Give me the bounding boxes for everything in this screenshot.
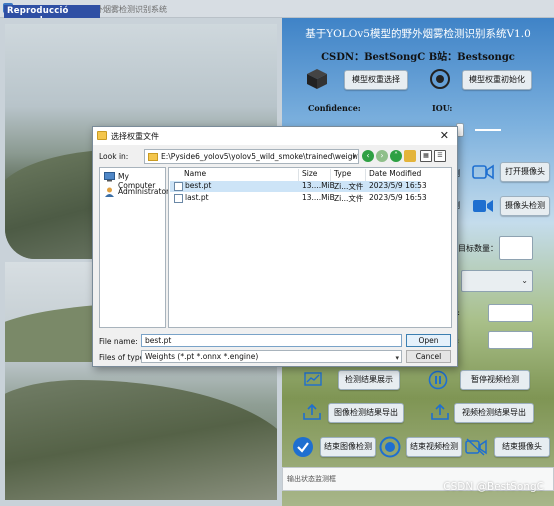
file-row[interactable]: last.pt 13....MiB Zi...文件 2023/5/9 16:53: [170, 193, 427, 204]
landscape-image: [5, 380, 277, 500]
chevron-down-icon: ⌄: [521, 276, 528, 285]
dialog-title: 选择权重文件: [111, 132, 159, 141]
file-dialog: 选择权重文件 ✕ Look in: E:\Pyside6_yolov5\yolo…: [92, 126, 458, 367]
file-date: 2023/5/9 16:53: [369, 181, 427, 190]
upload-icon[interactable]: [430, 403, 450, 421]
computer-icon: [104, 172, 115, 182]
iou-label: IOU:: [432, 103, 453, 113]
target-count-field: [499, 236, 533, 260]
cancel-button[interactable]: Cancel: [406, 350, 451, 363]
file-type-label: Files of type:: [99, 353, 147, 362]
file-row[interactable]: best.pt 13....MiB Zi...文件 2023/5/9 16:53: [170, 181, 427, 192]
coord-field-2: [488, 331, 533, 349]
column-header-type[interactable]: Type: [331, 169, 366, 181]
coord-field-1: [488, 304, 533, 322]
file-type: Zi...文件: [334, 194, 364, 203]
file-name-input[interactable]: best.pt: [141, 334, 402, 347]
sidebar-item-label: Administrator: [118, 187, 170, 196]
upload-icon[interactable]: [302, 403, 322, 421]
column-header-name[interactable]: Name: [181, 169, 299, 181]
look-in-label: Look in:: [99, 152, 129, 161]
camera-off-icon[interactable]: [465, 438, 487, 456]
file-type-select[interactable]: Weights (*.pt *.onnx *.engine) ▾: [141, 350, 402, 363]
folder-icon: [97, 131, 107, 140]
camera-detect-button[interactable]: 摄像头检测: [500, 196, 550, 216]
file-icon: [174, 194, 183, 203]
watermark: CSDN @BestSongC: [443, 481, 544, 493]
detail-view-icon[interactable]: ☰: [434, 150, 446, 162]
file-name: best.pt: [185, 181, 212, 190]
open-camera-button[interactable]: 打开摄像头: [500, 162, 550, 182]
pause-video-button[interactable]: 暂停视频检测: [460, 370, 530, 390]
cube-icon[interactable]: [306, 68, 328, 90]
show-results-button[interactable]: 检测结果展示: [338, 370, 400, 390]
column-header-size[interactable]: Size: [299, 169, 331, 181]
look-in-combo[interactable]: E:\Pyside6_yolov5\yolov5_wild_smoke\trai…: [144, 149, 359, 164]
file-name: last.pt: [185, 193, 209, 202]
file-size: 13....MiB: [302, 193, 335, 202]
file-icon: [174, 182, 183, 191]
confidence-label: Confidence:: [308, 103, 361, 113]
target-icon[interactable]: [429, 68, 451, 90]
file-list: Name Size Type Date Modified best.pt 13.…: [168, 167, 452, 328]
places-sidebar: My Computer Administrator: [99, 167, 170, 328]
export-image-button[interactable]: 图像检测结果导出: [328, 403, 404, 423]
check-circle-icon[interactable]: [292, 436, 314, 458]
playback-paused-badge: Reproducció pausada: [4, 5, 100, 26]
file-date: 2023/5/9 16:53: [369, 193, 427, 202]
sidebar-item-administrator[interactable]: Administrator: [104, 187, 170, 197]
export-video-button[interactable]: 视频检测结果导出: [454, 403, 534, 423]
column-header-date[interactable]: Date Modified: [366, 169, 426, 181]
new-folder-icon[interactable]: [404, 150, 416, 162]
credits-line: CSDN：BestSongC B站：Bestsongc: [321, 52, 515, 63]
target-count-label: 目标数量：: [458, 244, 498, 253]
dialog-titlebar: 选择权重文件 ✕: [93, 127, 457, 145]
folder-icon: [148, 153, 158, 161]
chevron-down-icon: ▾: [352, 153, 356, 161]
end-video-button[interactable]: 结束视频检测: [406, 437, 462, 457]
list-view-icon[interactable]: ▦: [420, 150, 432, 162]
chevron-down-icon: ▾: [395, 354, 399, 362]
file-size: 13....MiB: [302, 181, 335, 190]
open-button[interactable]: Open: [406, 334, 451, 347]
model-init-button[interactable]: 模型权重初始化: [462, 70, 532, 90]
iou-slider[interactable]: [475, 129, 501, 131]
pause-icon[interactable]: [428, 370, 448, 390]
target-class-select[interactable]: ⌄: [461, 270, 533, 292]
close-icon[interactable]: ✕: [440, 129, 449, 142]
system-title: 基于YOLOv5模型的野外烟雾检测识别系统V1.0: [305, 28, 531, 40]
model-select-button[interactable]: 模型权重选择: [344, 70, 408, 90]
back-arrow-icon[interactable]: ‹: [362, 150, 374, 162]
forward-arrow-icon[interactable]: ›: [376, 150, 388, 162]
camera-detect-icon[interactable]: [472, 198, 494, 214]
file-type: Zi...文件: [334, 182, 364, 191]
end-image-button[interactable]: 结束图像检测: [320, 437, 376, 457]
user-icon: [105, 187, 114, 197]
file-name-label: File name:: [99, 337, 138, 346]
look-in-path: E:\Pyside6_yolov5\yolov5_wild_smoke\trai…: [161, 152, 359, 161]
up-arrow-icon[interactable]: ˄: [390, 150, 402, 162]
end-camera-button[interactable]: 结束摄像头: [494, 437, 550, 457]
chart-icon[interactable]: [304, 372, 322, 386]
stop-circle-icon[interactable]: [379, 436, 401, 458]
file-type-value: Weights (*.pt *.onnx *.engine): [145, 352, 259, 361]
video-camera-icon[interactable]: [472, 164, 494, 180]
